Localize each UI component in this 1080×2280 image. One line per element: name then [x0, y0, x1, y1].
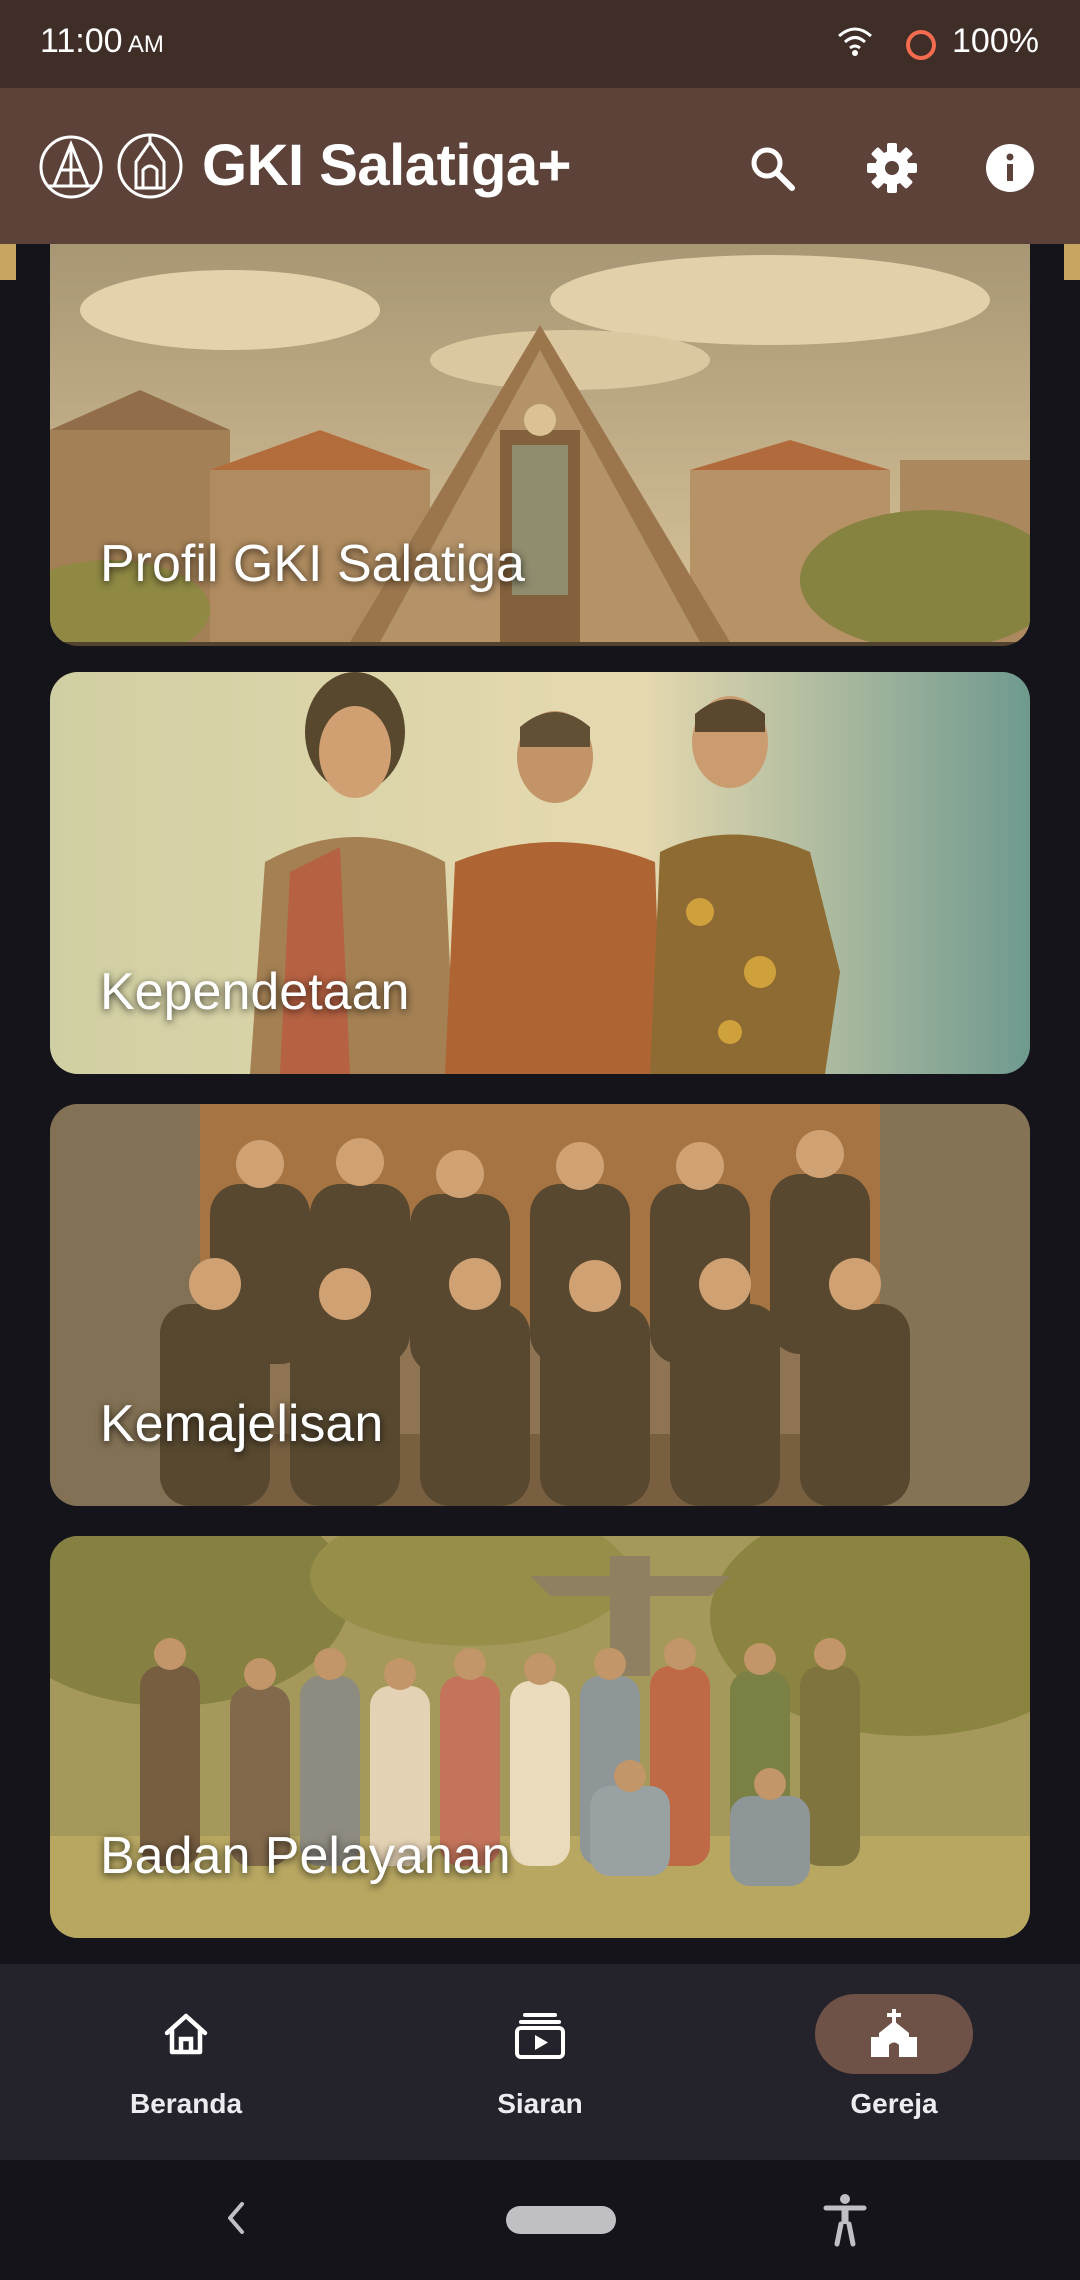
gki-logo-icon [39, 135, 103, 199]
search-icon [751, 147, 795, 191]
card-label: Badan Pelayanan [100, 1827, 511, 1885]
app-bar: GKI Salatiga+ [0, 88, 1080, 244]
card-label: Kependetaan [100, 963, 410, 1021]
card-profil[interactable]: Profil GKI Salatiga [50, 244, 1030, 646]
nav-item-gereja[interactable]: Gereja [784, 1994, 1004, 2134]
accessibility-icon[interactable] [822, 2192, 868, 2248]
search-button[interactable] [740, 136, 804, 200]
broadcast-icon [515, 2013, 565, 2059]
card-kependetaan[interactable]: Kependetaan [50, 672, 1030, 1074]
card-label: Profil GKI Salatiga [100, 535, 525, 593]
nav-label: Beranda [129, 2088, 243, 2119]
card-label: Kemajelisan [100, 1395, 384, 1453]
nav-icon-container [107, 1994, 265, 2074]
nav-label: Gereja [850, 2088, 938, 2119]
card-badan-pelayanan[interactable]: Badan Pelayanan [50, 1536, 1030, 1938]
nav-item-beranda[interactable]: Beranda [76, 1994, 296, 2134]
home-icon [164, 2013, 208, 2055]
background-edge [0, 244, 16, 280]
battery-level: 100% [952, 22, 1039, 60]
background-edge [1064, 244, 1080, 280]
status-time-value: 11:00 [40, 22, 123, 60]
card-kemajelisan[interactable]: Kemajelisan [50, 1104, 1030, 1506]
nav-label: Siaran [497, 2088, 583, 2119]
info-icon [986, 144, 1034, 192]
bottom-navigation: Beranda Siaran Gereja [0, 1964, 1080, 2160]
system-navigation-bar [0, 2160, 1080, 2280]
status-time: 11:00 AM [40, 22, 164, 61]
status-bar: 11:00 AM 100% [0, 0, 1080, 88]
church-logo-icon [117, 133, 183, 199]
settings-button[interactable] [860, 136, 924, 200]
app-title: GKI Salatiga+ [202, 133, 572, 198]
nav-item-siaran[interactable]: Siaran [430, 1994, 650, 2134]
nav-icon-container [461, 1994, 619, 2074]
nav-active-indicator [815, 1994, 973, 2074]
church-menu-list: Profil GKI Salatiga Kependetaan Kemajeli… [0, 244, 1080, 1964]
status-time-ampm: AM [127, 31, 164, 58]
battery-saver-icon [906, 30, 936, 60]
church-icon [871, 2009, 917, 2057]
info-button[interactable] [978, 136, 1042, 200]
wifi-icon [838, 27, 872, 56]
gear-icon [867, 143, 917, 193]
home-pill-button[interactable] [506, 2206, 616, 2234]
back-icon[interactable] [220, 2196, 250, 2240]
